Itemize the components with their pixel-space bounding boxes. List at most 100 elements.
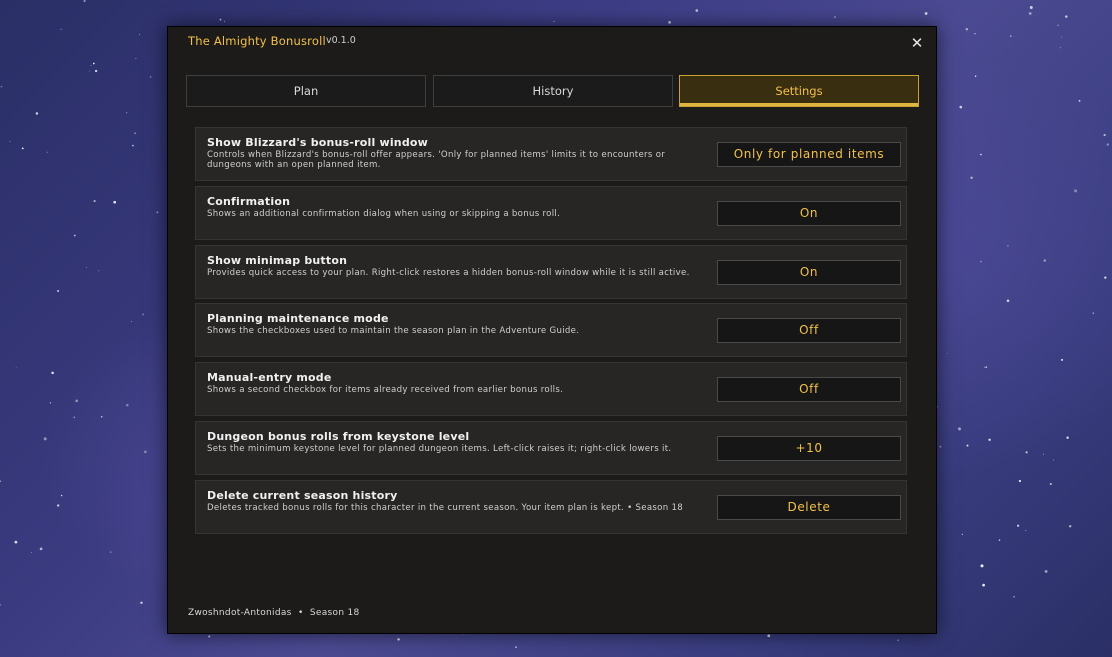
- star: [998, 539, 1001, 541]
- setting-title: Show minimap button: [207, 254, 348, 267]
- star: [126, 112, 128, 114]
- close-icon[interactable]: ✕: [907, 33, 927, 53]
- star: [35, 112, 39, 115]
- star: [49, 402, 52, 404]
- star: [1013, 595, 1015, 598]
- star: [43, 437, 47, 441]
- star: [1007, 244, 1009, 247]
- star: [149, 76, 152, 78]
- star: [1006, 299, 1010, 303]
- star: [94, 69, 98, 73]
- star: [965, 27, 969, 31]
- setting-row-keystone-level: Dungeon bonus rolls from keystone level …: [195, 421, 907, 475]
- star: [982, 583, 985, 587]
- star: [73, 416, 76, 419]
- star: [57, 504, 60, 507]
- setting-description: Shows an additional confirmation dialog …: [207, 209, 561, 219]
- star: [970, 176, 973, 179]
- star: [1092, 312, 1095, 314]
- star: [1065, 15, 1068, 18]
- star: [947, 352, 948, 354]
- star: [1069, 525, 1072, 528]
- star: [939, 445, 942, 448]
- confirmation-toggle[interactable]: On: [717, 201, 901, 226]
- footer-character-season: Zwoshndot-Antonidas • Season 18: [188, 608, 360, 618]
- star: [75, 399, 79, 403]
- star: [966, 444, 969, 447]
- bonus-roll-window-dropdown[interactable]: Only for planned items: [717, 142, 901, 167]
- star: [57, 289, 60, 293]
- star: [980, 153, 982, 156]
- star: [1043, 259, 1046, 262]
- star: [834, 16, 836, 18]
- delete-history-button[interactable]: Delete: [717, 495, 901, 520]
- star: [0, 480, 2, 483]
- star: [897, 639, 899, 641]
- star: [1042, 453, 1044, 455]
- star: [985, 366, 988, 368]
- star: [46, 151, 48, 153]
- version-label: v0.1.0: [326, 35, 356, 46]
- setting-description: Shows the checkboxes used to maintain th…: [207, 326, 580, 336]
- star: [980, 261, 982, 263]
- keystone-level-stepper[interactable]: +10: [717, 436, 901, 461]
- star: [553, 20, 555, 23]
- setting-description: Sets the minimum keystone level for plan…: [207, 444, 672, 454]
- title-bar[interactable]: The Almighty Bonusroll v0.1.0 ✕: [168, 27, 936, 57]
- star: [15, 367, 17, 369]
- setting-title: Show Blizzard's bonus-roll window: [207, 136, 429, 149]
- minimap-button-toggle[interactable]: On: [717, 260, 901, 285]
- star: [134, 132, 136, 135]
- setting-row-manual-entry: Manual-entry mode Shows a second checkbo…: [195, 362, 907, 416]
- setting-description: Shows a second checkbox for items alread…: [207, 385, 564, 395]
- star: [30, 551, 33, 553]
- star: [90, 65, 92, 66]
- star: [980, 564, 984, 568]
- star: [1049, 482, 1052, 486]
- star: [1029, 6, 1033, 9]
- star: [0, 85, 3, 88]
- star: [767, 634, 771, 638]
- star: [1025, 451, 1028, 454]
- tab-plan[interactable]: Plan: [186, 75, 426, 107]
- star: [60, 28, 62, 30]
- star: [1106, 143, 1109, 146]
- star: [113, 200, 117, 204]
- setting-title: Confirmation: [207, 195, 291, 208]
- star: [139, 33, 140, 35]
- setting-title: Manual-entry mode: [207, 371, 332, 384]
- star: [1017, 524, 1020, 527]
- star: [974, 33, 976, 35]
- star: [126, 403, 129, 407]
- star: [131, 321, 133, 322]
- star: [93, 200, 96, 203]
- addon-window: The Almighty Bonusroll v0.1.0 ✕ Plan His…: [167, 26, 937, 634]
- setting-description: Controls when Blizzard's bonus-roll offe…: [207, 150, 666, 170]
- tab-settings[interactable]: Settings: [679, 75, 919, 107]
- star: [1028, 12, 1032, 15]
- star: [1010, 35, 1012, 37]
- star: [1066, 436, 1069, 439]
- setting-description: Provides quick access to your plan. Righ…: [207, 268, 690, 278]
- star: [142, 313, 145, 316]
- setting-description: Deletes tracked bonus rolls for this cha…: [207, 503, 684, 513]
- star: [1060, 358, 1064, 361]
- manual-entry-toggle[interactable]: Off: [717, 377, 901, 402]
- star: [695, 9, 699, 12]
- setting-row-maintenance-mode: Planning maintenance mode Shows the chec…: [195, 303, 907, 357]
- star: [668, 21, 671, 24]
- star: [515, 646, 517, 648]
- star: [984, 366, 986, 368]
- tab-history[interactable]: History: [433, 75, 673, 107]
- star: [1078, 99, 1081, 102]
- star: [1052, 459, 1054, 461]
- star: [21, 147, 24, 150]
- star: [223, 20, 226, 22]
- star: [140, 601, 143, 604]
- star: [135, 58, 137, 60]
- star: [1018, 479, 1022, 483]
- star: [1025, 529, 1027, 532]
- star: [92, 62, 95, 65]
- maintenance-mode-toggle[interactable]: Off: [717, 318, 901, 343]
- star: [1061, 36, 1063, 38]
